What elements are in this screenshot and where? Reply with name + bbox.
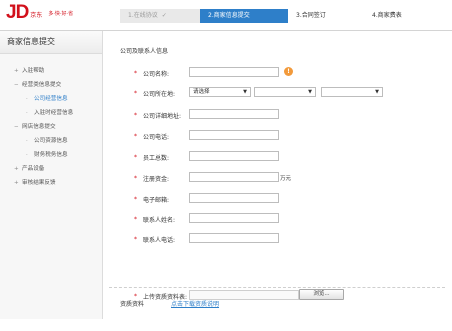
step-contract: 3.合同签订 <box>288 9 364 23</box>
sidebar-item-products[interactable]: + 产品设备 <box>0 162 102 176</box>
sidebar-nav: + 入驻帮助 − 经营类信息提交 · 公司经营信息 · 入驻时经营信息 − 网店信息提交 … <box>0 64 102 190</box>
logo-subtitle: 京东 <box>30 12 43 19</box>
logo-slogan: 多·快·好·省 <box>48 11 74 17</box>
row-company-address: * 公司详细地址: <box>103 109 452 121</box>
employee-count-input[interactable] <box>189 151 279 161</box>
email-input[interactable] <box>189 193 279 203</box>
company-name-input[interactable] <box>189 67 279 77</box>
sidebar-item-company-business[interactable]: · 公司经营信息 <box>0 92 102 106</box>
sidebar-item-review-feedback[interactable]: + 审核结果反馈 <box>0 176 102 190</box>
field-label: 注册资金: <box>143 176 170 183</box>
row-company-location: * 公司所在地: 请选择 ▼ ▼ ▼ <box>103 87 452 99</box>
field-label: 联系人电话: <box>143 237 176 244</box>
main-form: 公司及联系人信息 * 公司名称: ! * 公司所在地: 请选择 ▼ ▼ ▼ * 公… <box>103 31 452 319</box>
registered-capital-input[interactable] <box>189 172 279 182</box>
unit-label: 万元 <box>280 176 292 182</box>
row-registered-capital: * 注册资金: 万元 <box>103 172 452 184</box>
required-mark: * <box>134 112 137 119</box>
required-mark: * <box>134 216 137 223</box>
city-select[interactable]: ▼ <box>254 87 316 97</box>
sidebar-item-shop-info[interactable]: − 网店信息提交 <box>0 120 102 134</box>
dropdown-arrow-icon: ▼ <box>308 89 312 95</box>
required-mark: * <box>134 175 137 182</box>
collapse-icon: − <box>14 82 19 88</box>
section-divider <box>109 287 445 288</box>
required-mark: * <box>134 70 137 77</box>
bullet-icon: · <box>26 152 28 158</box>
step-merchant-info: 2.商家信息提交 <box>200 9 288 23</box>
row-upload <box>103 319 452 331</box>
sidebar-item-company-resources[interactable]: · 公司资源信息 <box>0 134 102 148</box>
bullet-icon: · <box>26 138 28 144</box>
expand-icon: + <box>14 68 19 74</box>
dropdown-arrow-icon: ▼ <box>375 89 379 95</box>
browse-button[interactable]: 浏览... <box>299 289 344 300</box>
required-mark: * <box>134 133 137 140</box>
expand-icon: + <box>14 166 19 172</box>
contact-name-input[interactable] <box>189 213 279 223</box>
sidebar-item-entry-business[interactable]: · 入驻时经营信息 <box>0 106 102 120</box>
province-select[interactable]: 请选择 ▼ <box>189 87 251 97</box>
sidebar-item-finance-tax[interactable]: · 财务税务信息 <box>0 148 102 162</box>
sidebar-item-business-info[interactable]: − 经营类信息提交 <box>0 78 102 92</box>
logo-text: JD <box>6 2 29 23</box>
jd-logo[interactable]: JD 京东 多·快·好·省 <box>6 3 73 23</box>
step-fee-table: 4.商家费表 <box>364 9 447 23</box>
sidebar: 商家信息提交 + 入驻帮助 − 经营类信息提交 · 公司经营信息 · 入驻时经营信息 −… <box>0 31 103 319</box>
district-select[interactable]: ▼ <box>321 87 383 97</box>
check-icon: ✓ <box>161 12 167 19</box>
field-label: 电子邮箱: <box>143 197 170 204</box>
field-label: 公司详细地址: <box>143 113 182 120</box>
section-title: 公司及联系人信息 <box>120 48 169 55</box>
row-contact-phone: * 联系人电话: <box>103 233 452 245</box>
field-label: 公司所在地: <box>143 91 176 98</box>
row-company-phone: * 公司电话: <box>103 130 452 142</box>
file-path-field[interactable] <box>189 290 299 300</box>
required-mark: * <box>134 154 137 161</box>
bullet-icon: · <box>26 110 28 116</box>
company-address-input[interactable] <box>189 109 279 119</box>
progress-steps: 1.在线协议 ✓ 2.商家信息提交 3.合同签订 4.商家费表 <box>120 9 447 23</box>
company-phone-input[interactable] <box>189 130 279 140</box>
required-mark: * <box>134 196 137 203</box>
expand-icon: + <box>14 180 19 186</box>
field-label: 联系人姓名: <box>143 217 176 224</box>
row-employee-count: * 员工总数: <box>103 151 452 163</box>
sidebar-title: 商家信息提交 <box>0 31 102 54</box>
dropdown-arrow-icon: ▼ <box>243 89 247 95</box>
collapse-icon: − <box>14 124 19 130</box>
warning-icon: ! <box>284 67 293 76</box>
page-header: JD 京东 多·快·好·省 1.在线协议 ✓ 2.商家信息提交 3.合同签订 4.… <box>0 0 452 30</box>
upload-row: * 上传资质资料表: 浏览... <box>103 289 452 304</box>
field-label: 员工总数: <box>143 155 170 162</box>
row-contact-name: * 联系人姓名: <box>103 213 452 225</box>
row-email: * 电子邮箱: <box>103 193 452 205</box>
contact-phone-input[interactable] <box>189 233 279 243</box>
field-label: 公司电话: <box>143 134 170 141</box>
required-mark: * <box>134 90 137 97</box>
field-label: 上传资质资料表: <box>143 294 188 301</box>
sidebar-item-help[interactable]: + 入驻帮助 <box>0 64 102 78</box>
row-company-name: * 公司名称: ! <box>103 67 452 79</box>
required-mark: * <box>134 236 137 243</box>
bullet-icon: · <box>26 96 28 102</box>
step-online-agreement: 1.在线协议 ✓ <box>120 9 200 23</box>
field-label: 公司名称: <box>143 71 170 78</box>
required-mark: * <box>134 293 137 300</box>
